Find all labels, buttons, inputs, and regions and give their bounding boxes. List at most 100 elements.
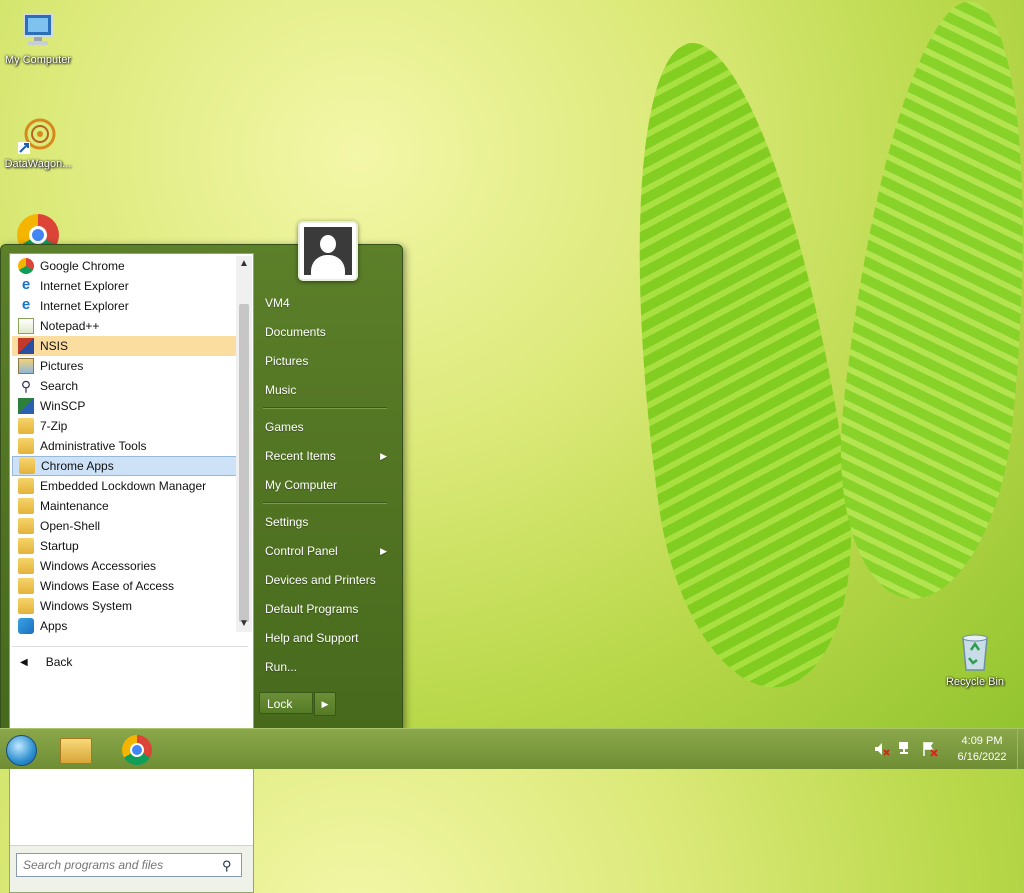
scroll-up-arrow-icon[interactable]: ▲ bbox=[236, 256, 252, 272]
program-label: Embedded Lockdown Manager bbox=[40, 479, 207, 493]
program-item[interactable]: 7-Zip bbox=[12, 416, 238, 436]
file-explorer-icon bbox=[60, 738, 92, 764]
program-item[interactable]: Notepad++ bbox=[12, 316, 238, 336]
lock-button[interactable]: Lock bbox=[259, 692, 313, 714]
desktop-icon-label: DataWagon... bbox=[4, 158, 72, 170]
right-menu-item[interactable]: Games bbox=[259, 415, 393, 439]
user-picture-icon bbox=[304, 227, 352, 275]
program-item[interactable]: Maintenance bbox=[12, 496, 238, 516]
right-menu-item[interactable]: Pictures bbox=[259, 349, 393, 373]
right-menu-item[interactable]: Devices and Printers bbox=[259, 568, 393, 592]
scroll-down-arrow-icon[interactable]: ▼ bbox=[236, 616, 252, 632]
search-icon[interactable]: ⚲ bbox=[222, 858, 236, 873]
program-item[interactable]: Startup bbox=[12, 536, 238, 556]
program-item[interactable]: Google Chrome bbox=[12, 256, 238, 276]
search-area: ⚲ bbox=[10, 845, 253, 892]
right-menu-item[interactable]: VM4 bbox=[259, 291, 393, 315]
desktop-icon-datawagon[interactable]: DataWagon... bbox=[0, 112, 76, 170]
program-label: Startup bbox=[40, 539, 79, 553]
folder-icon bbox=[18, 538, 34, 554]
program-item[interactable]: WinSCP bbox=[12, 396, 238, 416]
program-item[interactable]: Windows System bbox=[12, 596, 238, 616]
right-menu-item[interactable]: My Computer bbox=[259, 473, 393, 497]
start-menu: Google Chrome e Internet Explorer e Internet… bbox=[0, 221, 403, 893]
program-item[interactable]: NSIS bbox=[12, 336, 238, 356]
user-avatar[interactable] bbox=[298, 221, 358, 281]
program-item[interactable]: ⚲ Search bbox=[12, 376, 238, 396]
program-item[interactable]: Chrome Apps bbox=[12, 456, 238, 476]
right-menu-label: Documents bbox=[265, 325, 326, 339]
menu-separator bbox=[263, 502, 387, 504]
apps-icon bbox=[18, 618, 34, 634]
program-item[interactable]: Pictures bbox=[12, 356, 238, 376]
program-item[interactable]: Apps bbox=[12, 616, 238, 636]
program-item[interactable]: e Internet Explorer bbox=[12, 276, 238, 296]
program-label: Windows Accessories bbox=[40, 559, 157, 573]
folder-icon bbox=[18, 438, 34, 454]
program-label: Internet Explorer bbox=[40, 299, 129, 313]
submenu-arrow-icon: ▶ bbox=[380, 451, 387, 461]
program-label: Search bbox=[40, 379, 79, 393]
start-button[interactable] bbox=[0, 729, 42, 769]
programs-list: Google Chrome e Internet Explorer e Internet… bbox=[12, 256, 238, 636]
taskbar-chrome[interactable] bbox=[112, 731, 162, 767]
show-desktop-button[interactable] bbox=[1017, 729, 1024, 769]
folder-icon bbox=[18, 578, 34, 594]
programs-scrollbar[interactable]: ▲ ▼ bbox=[236, 256, 252, 632]
folder-icon bbox=[18, 498, 34, 514]
computer-icon bbox=[16, 8, 60, 52]
internet-explorer-icon: e bbox=[21, 276, 31, 293]
action-center-flag-icon[interactable] bbox=[922, 741, 938, 757]
program-label: 7-Zip bbox=[40, 419, 68, 433]
right-menu-item[interactable]: Control Panel ▶ bbox=[259, 539, 393, 563]
search-icon: ⚲ bbox=[20, 378, 32, 394]
taskbar: 4:09 PM 6/16/2022 bbox=[0, 728, 1024, 769]
right-menu-item[interactable]: Run... bbox=[259, 655, 393, 679]
right-menu-label: Help and Support bbox=[265, 631, 359, 645]
scrollbar-thumb[interactable] bbox=[239, 304, 249, 622]
datawagon-icon bbox=[16, 112, 60, 156]
program-label: Internet Explorer bbox=[40, 279, 129, 293]
program-item[interactable]: Embedded Lockdown Manager bbox=[12, 476, 238, 496]
back-button[interactable]: ◀ Back bbox=[12, 646, 248, 677]
folder-icon bbox=[19, 458, 35, 474]
chrome-icon bbox=[122, 735, 152, 765]
program-item[interactable]: e Internet Explorer bbox=[12, 296, 238, 316]
folder-icon bbox=[18, 518, 34, 534]
right-menu-item[interactable]: Default Programs bbox=[259, 597, 393, 621]
desktop-icon-recycle-bin[interactable]: Recycle Bin bbox=[937, 630, 1013, 688]
program-item[interactable]: Open-Shell bbox=[12, 516, 238, 536]
desktop-icon-label: Recycle Bin bbox=[945, 676, 1005, 688]
program-label: Windows System bbox=[40, 599, 133, 613]
desktop-icon-label: My Computer bbox=[4, 54, 72, 66]
recycle-bin-icon bbox=[953, 630, 997, 674]
clock-time: 4:09 PM bbox=[961, 735, 1003, 747]
program-label: Google Chrome bbox=[40, 259, 125, 273]
program-item[interactable]: Windows Ease of Access bbox=[12, 576, 238, 596]
search-input[interactable] bbox=[16, 853, 242, 877]
programs-pane: Google Chrome e Internet Explorer e Internet… bbox=[9, 253, 254, 893]
right-menu-label: Control Panel bbox=[265, 544, 338, 558]
chrome-icon bbox=[18, 258, 34, 274]
right-menu-item[interactable]: Documents bbox=[259, 320, 393, 344]
volume-muted-icon[interactable] bbox=[874, 741, 890, 757]
program-label: Windows Ease of Access bbox=[40, 579, 175, 593]
taskbar-file-explorer[interactable] bbox=[50, 731, 100, 767]
right-menu-item[interactable]: Settings bbox=[259, 510, 393, 534]
system-clock[interactable]: 4:09 PM 6/16/2022 bbox=[948, 733, 1016, 765]
folder-icon bbox=[18, 478, 34, 494]
right-menu-item[interactable]: Recent Items ▶ bbox=[259, 444, 393, 468]
program-item[interactable]: Windows Accessories bbox=[12, 556, 238, 576]
winscp-icon bbox=[18, 398, 34, 414]
right-menu-label: Recent Items bbox=[265, 449, 336, 463]
folder-icon bbox=[18, 558, 34, 574]
program-item[interactable]: Administrative Tools bbox=[12, 436, 238, 456]
program-label: Open-Shell bbox=[40, 519, 101, 533]
lock-options-arrow-icon[interactable]: ▶ bbox=[314, 692, 336, 716]
program-label: WinSCP bbox=[40, 399, 86, 413]
desktop-icon-my-computer[interactable]: My Computer bbox=[0, 8, 76, 66]
right-menu-label: Settings bbox=[265, 515, 309, 529]
right-menu-item[interactable]: Help and Support bbox=[259, 626, 393, 650]
network-icon[interactable] bbox=[898, 741, 914, 757]
right-menu-item[interactable]: Music bbox=[259, 378, 393, 402]
